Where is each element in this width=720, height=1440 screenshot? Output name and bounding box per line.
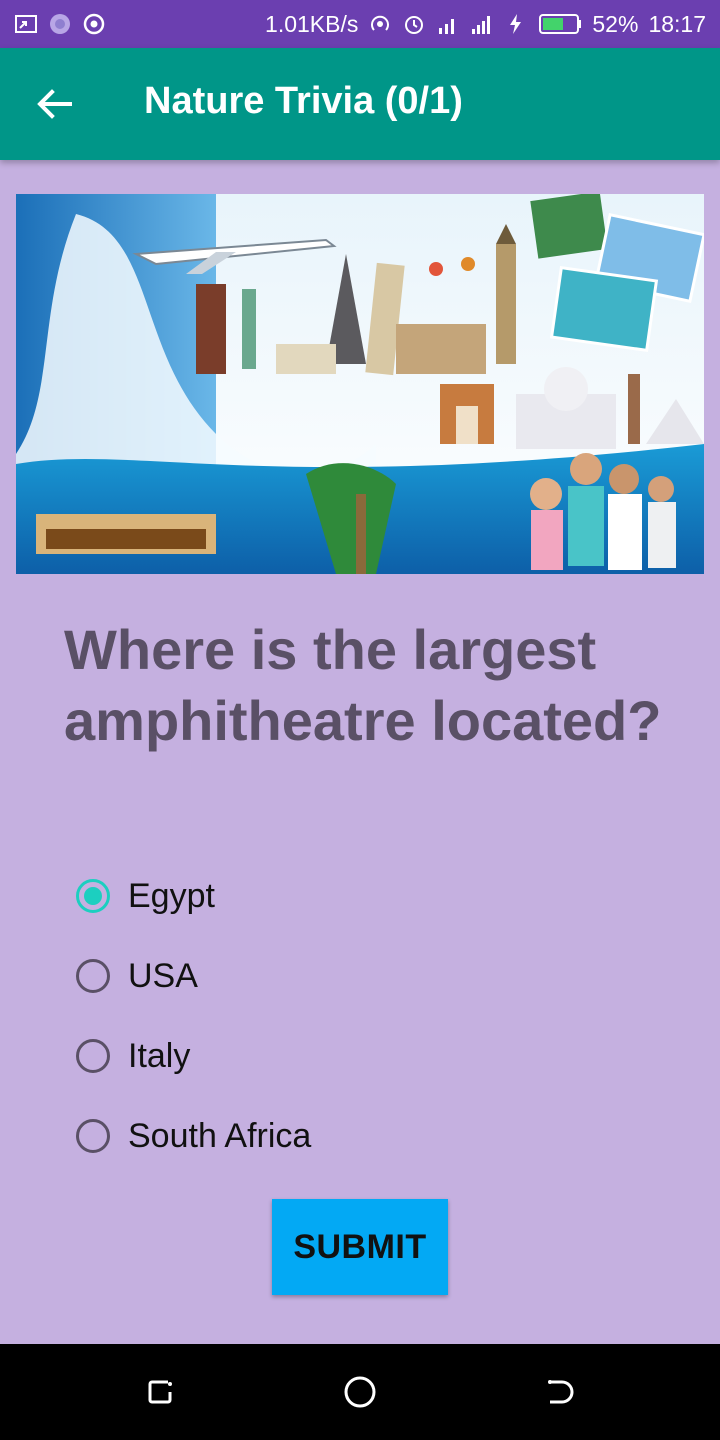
radio-button[interactable] [76,1119,110,1153]
status-bar: 1.01KB/s 52% 18:17 [0,0,720,48]
option-label: USA [128,956,198,995]
page-title: Nature Trivia (0/1) [144,80,463,122]
travel-banner-image [16,194,704,574]
radio-button[interactable] [76,879,110,913]
navigation-bar [0,1344,720,1440]
home-icon[interactable] [342,1374,378,1410]
question-text: Where is the largest amphitheatre locate… [64,618,662,752]
network-speed: 1.01KB/s [265,10,359,37]
radio-button[interactable] [76,1039,110,1073]
option-label: Egypt [128,876,215,915]
option-label: South Africa [128,1116,312,1155]
option-usa[interactable]: USA [76,936,311,1016]
app-icon [50,14,70,34]
back-nav-icon[interactable] [542,1374,578,1410]
recent-apps-icon[interactable] [142,1374,178,1410]
signal-icon [472,16,491,34]
app-toolbar: Nature Trivia (0/1) [0,48,720,160]
alarm-icon [405,16,424,34]
option-italy[interactable]: Italy [76,1016,311,1096]
option-egypt[interactable]: Egypt [76,856,311,936]
radio-button[interactable] [76,959,110,993]
sync-icon [83,13,105,35]
signal-icon [439,19,455,34]
arrow-back-icon[interactable] [30,84,80,124]
option-south-africa[interactable]: South Africa [76,1096,311,1176]
cast-icon [15,15,37,33]
answer-options: Egypt USA Italy South Africa [76,856,311,1176]
submit-button[interactable]: SUBMIT [272,1199,448,1295]
option-label: Italy [128,1036,191,1075]
battery-percent: 52% [592,10,639,37]
clock: 18:17 [648,10,706,37]
charging-icon [510,14,522,34]
hotspot-icon [371,15,390,31]
battery-icon [539,14,582,34]
